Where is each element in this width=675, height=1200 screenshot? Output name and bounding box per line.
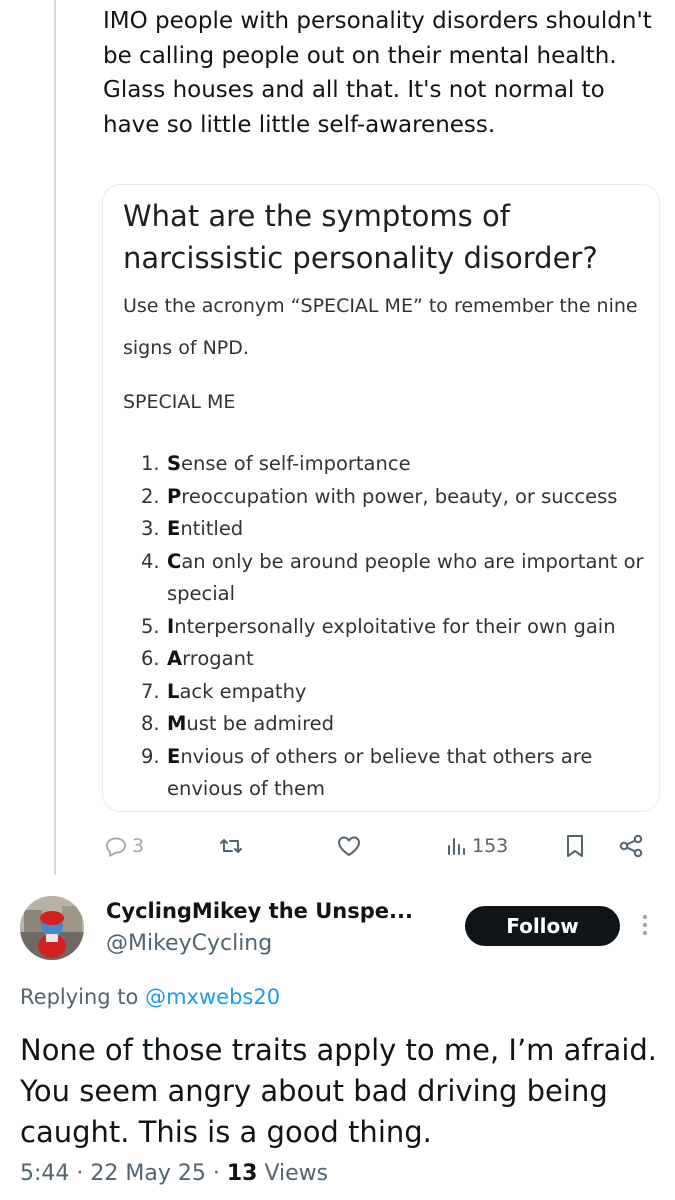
list-item-number: 9. xyxy=(141,744,160,768)
list-item: 8. Must be admired xyxy=(141,708,651,741)
list-item: 7. Lack empathy xyxy=(141,676,651,709)
tweet-views-count: 13 xyxy=(226,1161,258,1186)
list-item-number: 7. xyxy=(141,679,160,703)
avatar[interactable] xyxy=(20,896,84,960)
list-item-text: ack empathy xyxy=(179,679,307,703)
tweet-media-image[interactable]: What are the symptoms of narcissistic pe… xyxy=(102,184,660,812)
media-title: What are the symptoms of narcissistic pe… xyxy=(123,199,598,275)
list-item-text: an only be around people who are importa… xyxy=(167,549,644,606)
list-item-letter: S xyxy=(167,452,182,475)
list-item-number: 6. xyxy=(141,647,160,670)
list-item-number: 8. xyxy=(141,712,160,735)
retweet-icon xyxy=(218,834,244,858)
list-item-letter: M xyxy=(167,712,187,735)
list-item-number: 3. xyxy=(141,517,160,540)
list-item-letter: L xyxy=(167,679,180,703)
bookmark-icon xyxy=(564,833,586,859)
tweet-date[interactable]: 22 May 25 xyxy=(90,1161,205,1186)
list-item-letter: E xyxy=(167,517,181,540)
tweet-action-bar: 3 153 xyxy=(100,826,660,866)
list-item-text: ust be admired xyxy=(186,712,335,735)
tweet-time[interactable]: 5:44 xyxy=(20,1161,69,1186)
share-button[interactable] xyxy=(618,826,644,866)
list-item-letter: E xyxy=(167,744,181,768)
follow-button[interactable]: Follow xyxy=(465,906,620,946)
list-item-text: reoccupation with power, beauty, or succ… xyxy=(181,484,618,508)
views-count: 153 xyxy=(472,835,509,857)
list-item-number: 1. xyxy=(141,452,160,475)
list-item-number: 4. xyxy=(141,549,160,573)
views-button[interactable]: 153 xyxy=(446,826,508,866)
list-item: 9. Envious of others or believe that othe… xyxy=(141,741,651,806)
list-item: 5. Interpersonally exploitative for their… xyxy=(141,611,651,644)
like-button[interactable] xyxy=(336,826,362,866)
reply-count: 3 xyxy=(132,835,145,857)
replying-to-mention[interactable]: @mxwebs20 xyxy=(145,985,280,1009)
list-item-text: ense of self-importance xyxy=(181,452,411,475)
views-icon xyxy=(446,834,468,858)
reply-button[interactable]: 3 xyxy=(104,826,144,866)
list-item: 4. Can only be around people who are impo… xyxy=(141,546,651,611)
more-options-icon[interactable] xyxy=(636,910,654,940)
reply-tweet-text: None of those traits apply to me, I’m af… xyxy=(20,1033,658,1149)
list-item-letter: A xyxy=(167,647,183,670)
display-name[interactable]: CyclingMikey the Unspe... xyxy=(106,899,413,923)
parent-tweet-text: IMO people with personality disorders sh… xyxy=(103,8,652,138)
retweet-button[interactable] xyxy=(218,826,244,866)
list-item-text: rrogant xyxy=(182,647,254,670)
list-item: 2. Preoccupation with power, beauty, or s… xyxy=(141,481,651,514)
like-icon xyxy=(336,834,362,858)
media-subtitle: Use the acronym “SPECIAL ME” to remember… xyxy=(123,295,638,359)
list-item-letter: C xyxy=(167,549,182,573)
symptom-list: 1. Sense of self-importance 2. Preoccupati… xyxy=(141,448,651,806)
list-item-text: nterpersonally exploitative for their ow… xyxy=(174,614,616,638)
media-acronym-heading: SPECIAL ME xyxy=(123,391,236,413)
reply-icon xyxy=(104,834,128,858)
list-item: 6. Arrogant xyxy=(141,643,651,676)
replying-to-line: Replying to @mxwebs20 xyxy=(20,985,280,1009)
replying-to-label: Replying to xyxy=(20,985,139,1009)
list-item-number: 5. xyxy=(141,614,160,638)
list-item-text: ntitled xyxy=(180,517,244,540)
tweet-views-label: Views xyxy=(264,1161,329,1186)
share-icon xyxy=(618,833,644,859)
list-item-letter: P xyxy=(167,484,182,508)
list-item: 3. Entitled xyxy=(141,513,651,546)
tweet-meta: 5:44 · 22 May 25 · 13 Views xyxy=(20,1161,329,1186)
list-item-text: nvious of others or believe that others … xyxy=(167,744,593,801)
list-item: 1. Sense of self-importance xyxy=(141,448,651,481)
user-handle[interactable]: @MikeyCycling xyxy=(106,931,272,956)
list-item-number: 2. xyxy=(141,484,160,508)
thread-connector-line xyxy=(54,0,56,875)
bookmark-button[interactable] xyxy=(564,826,586,866)
